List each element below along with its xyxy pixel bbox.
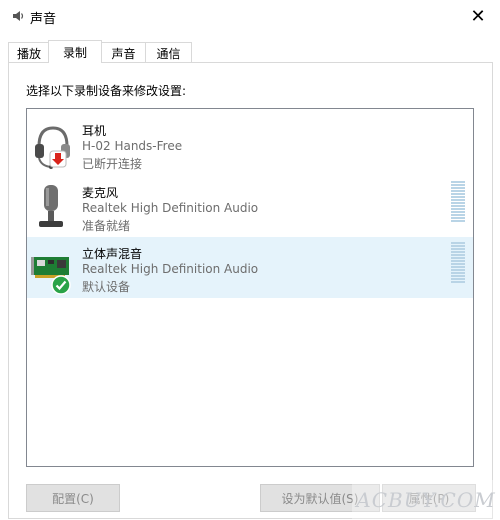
tab-communications[interactable]: 通信: [145, 42, 192, 63]
tab-sounds[interactable]: 声音: [100, 42, 147, 63]
device-name: 立体声混音: [82, 247, 143, 261]
default-check-badge-icon: [51, 275, 71, 295]
device-name: 麦克风: [82, 186, 119, 200]
device-item-microphone[interactable]: 麦克风 Realtek High Definition Audio 准备就绪: [27, 176, 473, 237]
device-name: 耳机: [82, 124, 107, 138]
device-driver: H-02 Hands-Free: [82, 139, 183, 153]
title-bar: 声音 ✕: [0, 0, 500, 32]
device-status: 已断开连接: [82, 157, 143, 171]
instruction-text: 选择以下录制设备来修改设置:: [26, 84, 187, 98]
tab-playback[interactable]: 播放: [8, 42, 50, 63]
device-status: 准备就绪: [82, 219, 131, 233]
level-meter: [451, 242, 465, 286]
window-title: 声音: [30, 12, 57, 27]
device-item-headset[interactable]: 耳机 H-02 Hands-Free 已断开连接: [27, 114, 473, 175]
device-driver: Realtek High Definition Audio: [82, 262, 259, 276]
device-item-stereo-mix[interactable]: 立体声混音 Realtek High Definition Audio 默认设备: [27, 237, 473, 298]
close-button[interactable]: ✕: [456, 0, 500, 32]
device-driver: Realtek High Definition Audio: [82, 201, 259, 215]
microphone-icon: [39, 185, 63, 227]
site-watermark-logo: ACBUY.COM: [352, 480, 500, 520]
device-status: 默认设备: [82, 280, 131, 294]
recording-panel: 选择以下录制设备来修改设置: 耳机 H-02 Hands-Free 已断开连接: [8, 62, 493, 519]
close-icon: ✕: [470, 5, 486, 27]
level-meter: [451, 181, 465, 225]
disconnected-badge-icon: [49, 150, 67, 168]
svg-text:ACBUY.COM: ACBUY.COM: [354, 488, 495, 512]
speaker-icon: [13, 11, 24, 21]
device-list[interactable]: 耳机 H-02 Hands-Free 已断开连接 麦克风 Realtek Hig…: [26, 108, 474, 467]
tab-recording[interactable]: 录制: [48, 40, 102, 63]
configure-button[interactable]: 配置(C): [26, 484, 120, 512]
